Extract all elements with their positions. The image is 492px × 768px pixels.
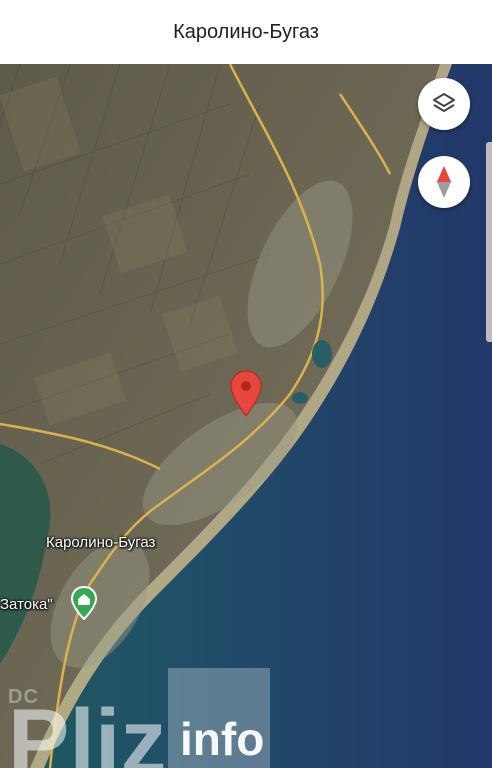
layers-icon (433, 93, 455, 112)
satellite-map[interactable]: Каролино-Бугаз Затока" DC Pliz info (0, 64, 492, 768)
compass-icon (437, 166, 451, 198)
layers-button[interactable] (418, 78, 470, 130)
compass-button[interactable] (418, 156, 470, 208)
small-lake (292, 392, 308, 404)
scrollbar-thumb[interactable] (486, 142, 492, 342)
city-label: Каролино-Бугаз (46, 534, 156, 551)
poi-label: Затока" (0, 596, 53, 613)
page-title: Каролино-Бугаз (0, 0, 492, 64)
small-lake (312, 340, 332, 368)
